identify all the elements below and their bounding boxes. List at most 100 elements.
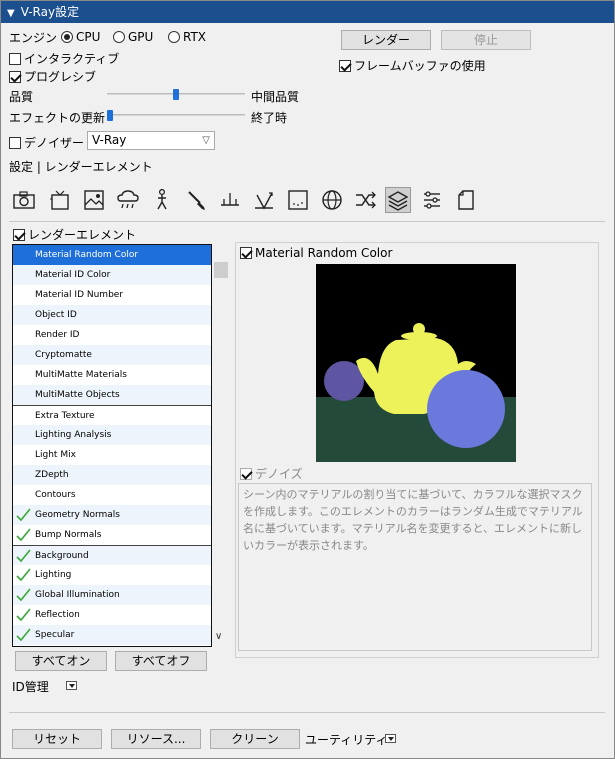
render-elements-layers-icon[interactable]: [385, 187, 411, 213]
engine-radio-rtx[interactable]: RTX: [168, 30, 206, 44]
list-item-label: Render ID: [35, 330, 80, 340]
progressive-checkbox[interactable]: プログレシブ: [9, 68, 96, 85]
list-item[interactable]: Object ID: [13, 305, 211, 325]
title-bar[interactable]: ▼ V-Ray設定: [1, 1, 614, 23]
effects-slider-thumb[interactable]: [107, 110, 113, 121]
shuffle-icon[interactable]: [353, 187, 379, 213]
document-icon[interactable]: [453, 187, 479, 213]
person-icon[interactable]: [149, 187, 175, 213]
checkbox-icon: [9, 53, 21, 65]
utilities-dropdown-icon[interactable]: [385, 734, 396, 743]
list-item[interactable]: Geometry Normals: [13, 505, 211, 525]
list-item-label: Reflection: [35, 610, 80, 620]
list-item[interactable]: MultiMatte Objects: [13, 385, 211, 405]
denoiser-checkbox[interactable]: デノイザー: [9, 134, 84, 151]
all-on-button[interactable]: すべてオン: [15, 651, 107, 671]
all-off-button[interactable]: すべてオフ: [115, 651, 207, 671]
list-item-label: Material Random Color: [35, 250, 139, 260]
list-item-label: Lighting Analysis: [35, 430, 112, 440]
checkbox-checked-icon: [240, 247, 252, 259]
list-item[interactable]: Extra Texture: [13, 405, 211, 425]
checkbox-checked-icon: [9, 71, 21, 83]
list-item-label: Cryptomatte: [35, 350, 92, 360]
utilities-label: ユーティリティ: [305, 733, 388, 747]
list-item-label: Object ID: [35, 310, 77, 320]
list-item[interactable]: Lighting Analysis: [13, 425, 211, 445]
list-item[interactable]: Render ID: [13, 325, 211, 345]
engine-radio-cpu[interactable]: CPU: [61, 30, 100, 44]
element-preview-image: [316, 264, 516, 462]
camera-icon[interactable]: [11, 187, 37, 213]
effects-value: 終了時: [251, 111, 288, 125]
environment-icon[interactable]: [81, 187, 107, 213]
radio-icon: [113, 31, 125, 43]
render-elements-checkbox[interactable]: レンダーエレメント: [13, 226, 136, 243]
resources-button[interactable]: リソース...: [111, 729, 201, 749]
list-item-label: Material ID Number: [35, 290, 124, 300]
list-item[interactable]: Global Illumination: [13, 585, 211, 605]
list-item-label: MultiMatte Materials: [35, 370, 127, 380]
quality-slider-thumb[interactable]: [173, 89, 179, 100]
brush-icon[interactable]: [183, 187, 209, 213]
clean-button[interactable]: クリーン: [210, 729, 300, 749]
list-item-label: Lighting: [35, 570, 72, 580]
engine-label: エンジン: [9, 31, 58, 45]
render-button[interactable]: レンダー: [341, 30, 431, 50]
list-item[interactable]: Background: [13, 545, 211, 565]
effects-slider-track[interactable]: [107, 114, 245, 116]
list-item[interactable]: Light Mix: [13, 445, 211, 465]
list-scrollbar[interactable]: [212, 260, 228, 647]
list-item[interactable]: Lighting: [13, 565, 211, 585]
list-item[interactable]: Contours: [13, 485, 211, 505]
list-scrollbar-thumb[interactable]: [214, 262, 228, 278]
cloud-rain-icon[interactable]: [115, 187, 141, 213]
stop-button[interactable]: 停止: [441, 30, 531, 50]
reset-button[interactable]: リセット: [12, 729, 102, 749]
list-item[interactable]: Material ID Number: [13, 285, 211, 305]
list-item-label: Background: [35, 551, 89, 561]
reflection-angle-icon[interactable]: [251, 187, 277, 213]
list-item-label: Bump Normals: [35, 530, 102, 540]
list-item[interactable]: Material Random Color: [13, 245, 211, 265]
id-manage-dropdown-icon[interactable]: [66, 681, 77, 690]
list-item-label: Geometry Normals: [35, 510, 120, 520]
list-item-label: Contours: [35, 490, 76, 500]
list-item[interactable]: Bump Normals: [13, 525, 211, 545]
list-item[interactable]: Reflection: [13, 605, 211, 625]
list-item[interactable]: MultiMatte Materials: [13, 365, 211, 385]
checkbox-checked-icon: [339, 60, 351, 72]
list-item-label: Global Illumination: [35, 590, 120, 600]
list-item[interactable]: Specular: [13, 625, 211, 645]
settings-sliders-icon[interactable]: [419, 187, 445, 213]
list-item[interactable]: ZDepth: [13, 465, 211, 485]
effects-update-label: エフェクトの更新: [9, 111, 106, 125]
window-title: V-Ray設定: [20, 5, 80, 19]
vray-settings-window: ▼ V-Ray設定 エンジン CPU GPU RTX レンダー 停止 インタラクテ…: [0, 0, 615, 759]
ground-icon[interactable]: [217, 187, 243, 213]
list-item-label: MultiMatte Objects: [35, 390, 120, 400]
sampling-icon[interactable]: [285, 187, 311, 213]
collapse-triangle-icon[interactable]: ▼: [7, 3, 15, 25]
list-item-label: Specular: [35, 630, 75, 640]
denoise-checkbox[interactable]: デノイズ: [240, 465, 303, 482]
list-item-label: Material ID Color: [35, 270, 111, 280]
list-item-label: ZDepth: [35, 470, 69, 480]
divider: [9, 221, 605, 222]
list-item[interactable]: Material ID Color: [13, 265, 211, 285]
radio-icon: [168, 31, 180, 43]
checkbox-icon: [9, 137, 21, 149]
list-item-label: Extra Texture: [35, 411, 95, 421]
element-description: シーン内のマテリアルの割り当てに基づいて、カラフルな選択マスクを作成します。この…: [238, 483, 592, 651]
render-output-icon[interactable]: [47, 187, 73, 213]
engine-radio-gpu[interactable]: GPU: [113, 30, 153, 44]
framebuffer-checkbox[interactable]: フレームバッファの使用: [339, 57, 486, 74]
checkbox-checked-icon: [240, 468, 252, 480]
list-item[interactable]: Cryptomatte: [13, 345, 211, 365]
element-enable-checkbox[interactable]: Material Random Color: [240, 246, 392, 260]
checkmark-icon[interactable]: [15, 627, 31, 646]
interactive-checkbox[interactable]: インタラクティブ: [9, 50, 119, 67]
scroll-down-arrow-icon[interactable]: ∨: [215, 631, 222, 642]
globe-icon[interactable]: [319, 187, 345, 213]
render-elements-list[interactable]: Material Random Color Material ID Color Ma…: [12, 244, 212, 647]
denoiser-dropdown[interactable]: V-Ray ▽: [87, 131, 215, 150]
